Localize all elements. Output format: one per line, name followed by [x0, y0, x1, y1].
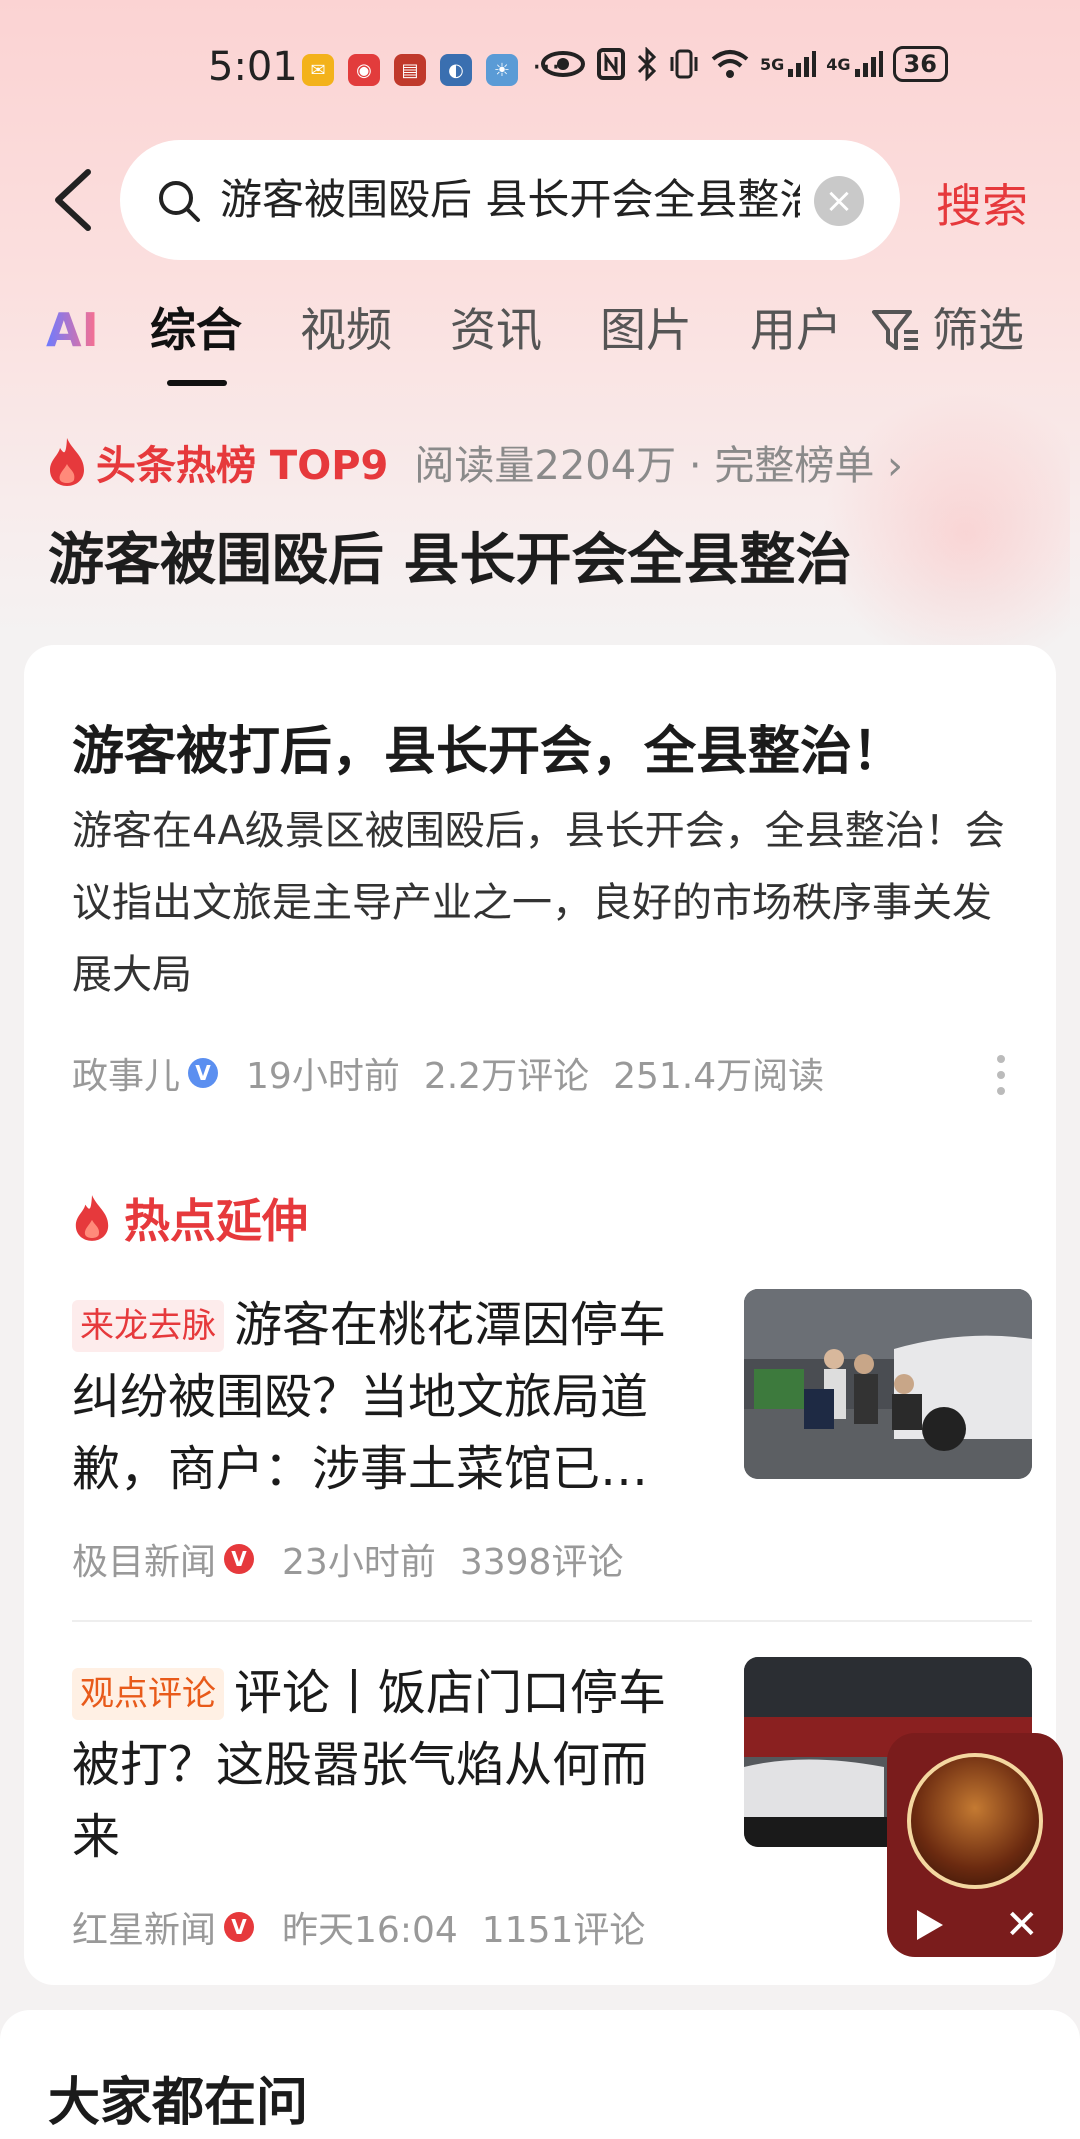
active-tab-indicator	[167, 380, 227, 386]
signal-4g-icon	[854, 51, 883, 77]
filter-icon	[872, 310, 918, 350]
news-comments: 1151评论	[481, 1910, 646, 1951]
hot-extension-label: 热点延伸	[124, 1194, 308, 1248]
people-also-ask-title: 大家都在问	[48, 2073, 309, 2133]
album-cover-image[interactable]	[907, 1753, 1043, 1889]
news-item-text: 来龙去脉 游客在桃花潭因停车纠纷被围殴？当地文旅局道歉，商户：涉事土菜馆已…	[72, 1289, 692, 1505]
hot-rank-reads[interactable]: 阅读量2204万 · 完整榜单 ›	[414, 433, 903, 491]
vibrate-icon	[670, 49, 698, 79]
hot-rank-row[interactable]: 头条热榜 TOP9 阅读量2204万 · 完整榜单 ›	[46, 432, 903, 492]
news-comments: 3398评论	[459, 1542, 624, 1583]
flame-icon	[50, 438, 84, 486]
search-button[interactable]: 搜索	[936, 170, 1028, 236]
hot-extension-header: 热点延伸	[72, 1185, 308, 1251]
system-icons: 5G 4G 36	[540, 46, 948, 82]
mail-app-icon: ✉	[302, 54, 334, 86]
verified-badge-icon: V	[224, 1544, 255, 1574]
news-source[interactable]: 红星新闻	[72, 1901, 216, 1953]
hot-rank-label: 头条热榜 TOP9	[96, 443, 389, 489]
tab-users[interactable]: 用户	[750, 295, 842, 365]
article-summary[interactable]: 游客在4A级景区被围殴后，县长开会，全县整治！会议指出文旅是主导产业之一，良好的…	[72, 795, 1022, 1011]
battery-indicator: 36	[892, 46, 948, 82]
notification-icons: ✉ ◉ ▤ ◐ ☀ ···	[302, 53, 561, 86]
nfc-icon	[597, 48, 625, 80]
flame-icon	[75, 1195, 109, 1241]
news-source[interactable]: 极目新闻	[72, 1533, 216, 1585]
news-item[interactable]: 来龙去脉 游客在桃花潭因停车纠纷被围殴？当地文旅局道歉，商户：涉事土菜馆已… 极目…	[72, 1289, 1032, 1589]
floating-audio-player[interactable]: ✕	[887, 1733, 1063, 1957]
article-source[interactable]: 政事儿	[72, 1047, 180, 1099]
tab-images[interactable]: 图片	[600, 295, 692, 365]
status-time: 5:01	[208, 44, 298, 90]
verified-badge-icon: V	[224, 1912, 255, 1942]
tab-video[interactable]: 视频	[300, 295, 392, 365]
tab-filter[interactable]: 筛选	[870, 295, 1024, 365]
article-reads: 251.4万阅读	[613, 1056, 825, 1097]
eye-icon	[541, 51, 585, 77]
divider	[72, 1620, 1032, 1622]
network-5g-label: 5G	[760, 54, 785, 74]
news-time: 23小时前	[282, 1542, 436, 1583]
clear-search-button[interactable]: ×	[814, 176, 864, 226]
weather-app-icon: ☀	[486, 54, 518, 86]
news-item-text: 观点评论 评论丨饭店门口停车被打？这股嚣张气焰从何而来	[72, 1657, 692, 1873]
people-also-ask-card: 大家都在问	[0, 2010, 1080, 2139]
tab-ai[interactable]: AI	[46, 295, 99, 365]
tab-comprehensive[interactable]: 综合	[150, 295, 242, 365]
news-time: 昨天16:04	[282, 1910, 458, 1951]
play-icon[interactable]	[909, 1907, 949, 1943]
verified-badge-icon: V	[188, 1058, 219, 1088]
bluetooth-icon	[637, 47, 657, 81]
status-bar: 5:01 ✉ ◉ ▤ ◐ ☀ ··· 5G 4G 36	[0, 40, 1080, 100]
search-query[interactable]: 游客被围殴后 县长开会全县整治	[220, 170, 800, 230]
tab-news[interactable]: 资讯	[450, 295, 542, 365]
news-tag: 观点评论	[72, 1668, 224, 1720]
tab-filter-label: 筛选	[932, 303, 1024, 357]
street-scene-image	[744, 1289, 1032, 1479]
article-meta: 政事儿 V 19小时前 2.2万评论 251.4万阅读	[72, 1047, 848, 1099]
reader-app-icon: ▤	[394, 54, 426, 86]
search-input[interactable]: 游客被围殴后 县长开会全县整治 ×	[120, 140, 900, 260]
close-icon[interactable]: ✕	[1005, 1905, 1039, 1945]
news-thumbnail[interactable]	[744, 1289, 1032, 1479]
signal-5g-icon	[788, 51, 817, 77]
search-icon	[159, 181, 200, 222]
browser-app-icon: ◐	[440, 54, 472, 86]
article-title[interactable]: 游客被打后，县长开会，全县整治！	[72, 709, 904, 784]
wifi-icon	[711, 50, 749, 78]
network-4g-label: 4G	[826, 54, 851, 74]
news-meta: 红星新闻 V 昨天16:04 1151评论	[72, 1901, 669, 1953]
hot-topic-title: 游客被围殴后 县长开会全县整治	[48, 528, 852, 593]
search-tabs: AI 综合 视频 资讯 图片 用户 筛选	[0, 295, 1080, 385]
article-comments: 2.2万评论	[423, 1056, 590, 1097]
news-tag: 来龙去脉	[72, 1300, 224, 1352]
news-meta: 极目新闻 V 23小时前 3398评论	[72, 1533, 647, 1585]
netease-music-icon: ◉	[348, 54, 380, 86]
article-time: 19小时前	[246, 1056, 400, 1097]
more-options-icon[interactable]	[996, 1053, 1006, 1097]
back-arrow-icon[interactable]	[48, 168, 98, 232]
